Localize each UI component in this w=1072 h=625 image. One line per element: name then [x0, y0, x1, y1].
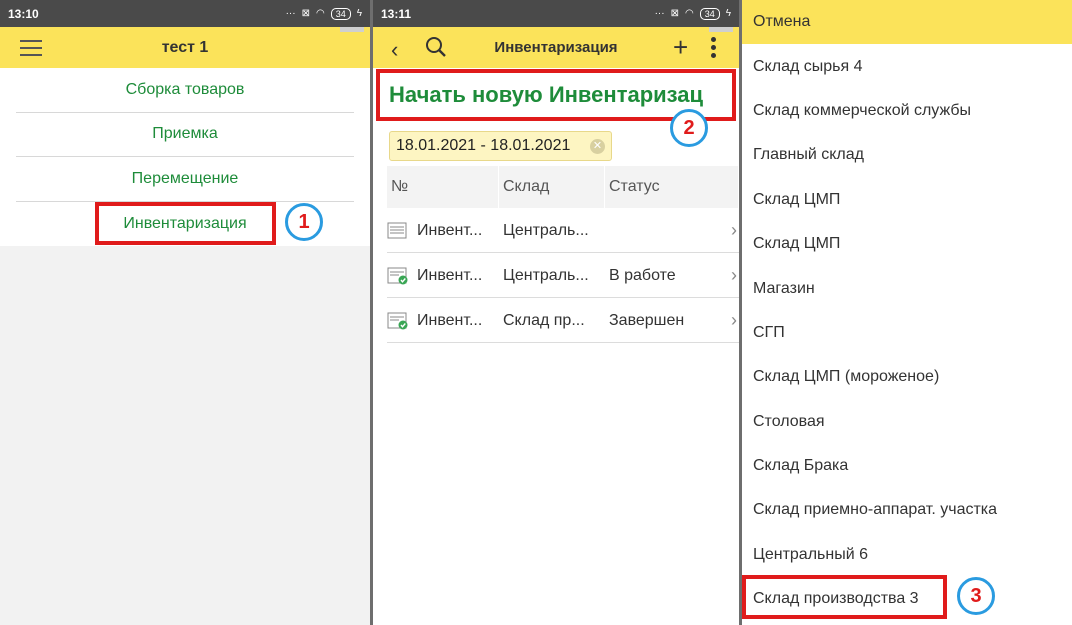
row-number: Инвент...	[417, 266, 483, 284]
wifi-icon: ◠	[684, 8, 694, 19]
status-time: 13:10	[8, 6, 39, 21]
highlight-production-3	[742, 575, 947, 619]
dots-icon: ···	[654, 8, 665, 19]
warehouse-option[interactable]: Склад коммерческой службы	[742, 89, 1072, 133]
cancel-button[interactable]: Отмена	[742, 0, 1072, 45]
column-warehouse[interactable]: Склад	[499, 166, 605, 208]
column-status[interactable]: Статус	[605, 166, 739, 208]
add-icon[interactable]: +	[673, 32, 688, 63]
battery-icon: 34	[330, 7, 351, 20]
corner-indicator	[340, 27, 364, 32]
wifi-icon: ◠	[315, 8, 325, 19]
screen-warehouse-picker: Отмена Склад сырья 4 Склад коммерческой …	[742, 0, 1072, 625]
step-badge-1: 1	[285, 203, 323, 241]
app-bar: ‹ Инвентаризация +	[373, 27, 739, 68]
warehouse-option[interactable]: Склад Брака	[742, 444, 1072, 488]
warehouse-option[interactable]: Склад ЦМП (мороженое)	[742, 355, 1072, 399]
table-header: № Склад Статус	[387, 166, 739, 208]
row-status: Завершен	[609, 311, 685, 329]
charging-icon: ϟ	[725, 8, 731, 19]
charging-icon: ϟ	[356, 8, 362, 19]
warehouse-option[interactable]: Центральный 6	[742, 533, 1072, 577]
posted-document-icon	[387, 267, 408, 284]
clear-filter-icon[interactable]: ✕	[590, 139, 605, 154]
step-badge-2: 2	[670, 109, 708, 147]
menu-item-transfer[interactable]: Перемещение	[16, 157, 354, 202]
document-icon	[387, 222, 407, 238]
chevron-right-icon: ›	[731, 220, 737, 240]
warehouse-option[interactable]: Склад сырья 4	[742, 44, 1072, 88]
warehouse-option[interactable]: Столовая	[742, 400, 1072, 444]
row-number: Инвент...	[417, 221, 483, 239]
row-warehouse: Централь...	[503, 221, 589, 239]
more-options-icon[interactable]	[711, 37, 717, 61]
period-filter[interactable]: 18.01.2021 - 18.01.2021 ✕	[389, 131, 612, 161]
sim-off-icon: ⊠	[301, 8, 310, 19]
row-warehouse: Централь...	[503, 266, 589, 284]
row-warehouse: Склад пр...	[503, 311, 585, 329]
table-row[interactable]: Инвент... Централь... ›	[387, 209, 739, 253]
status-bar: 13:11 ··· ⊠ ◠ 34 ϟ	[373, 0, 739, 27]
page-title: тест 1	[161, 38, 209, 56]
sim-off-icon: ⊠	[670, 8, 679, 19]
status-time: 13:11	[381, 6, 412, 21]
table-row[interactable]: Инвент... Склад пр... Завершен ›	[387, 299, 739, 343]
chevron-right-icon: ›	[731, 265, 737, 285]
table-row[interactable]: Инвент... Централь... В работе ›	[387, 254, 739, 298]
screen-main-menu: 13:10 ··· ⊠ ◠ 34 ϟ тест 1 Сборка товаров…	[0, 0, 370, 625]
battery-icon: 34	[699, 7, 720, 20]
chevron-right-icon: ›	[731, 310, 737, 330]
warehouse-option[interactable]: Склад приемно-аппарат. участка	[742, 488, 1072, 532]
highlight-inventory	[95, 202, 276, 245]
dots-icon: ···	[285, 8, 296, 19]
app-bar: тест 1	[0, 27, 370, 68]
menu-item-assembly[interactable]: Сборка товаров	[16, 68, 354, 113]
warehouse-option[interactable]: Склад ЦМП	[742, 222, 1072, 266]
step-badge-3: 3	[957, 577, 995, 615]
menu-item-receiving[interactable]: Приемка	[16, 113, 354, 157]
period-value: 18.01.2021 - 18.01.2021	[396, 137, 571, 154]
status-bar: 13:10 ··· ⊠ ◠ 34 ϟ	[0, 0, 370, 27]
row-status: В работе	[609, 266, 676, 284]
warehouse-option[interactable]: Главный склад	[742, 133, 1072, 177]
posted-document-icon	[387, 312, 408, 329]
warehouse-option[interactable]: Магазин	[742, 266, 1072, 310]
corner-indicator	[709, 27, 733, 32]
screen-inventory-list: 13:11 ··· ⊠ ◠ 34 ϟ ‹ Инвентаризация + На…	[373, 0, 739, 625]
warehouse-option[interactable]: СГП	[742, 311, 1072, 355]
column-number[interactable]: №	[387, 166, 499, 208]
row-number: Инвент...	[417, 311, 483, 329]
warehouse-option[interactable]: Склад ЦМП	[742, 178, 1072, 222]
